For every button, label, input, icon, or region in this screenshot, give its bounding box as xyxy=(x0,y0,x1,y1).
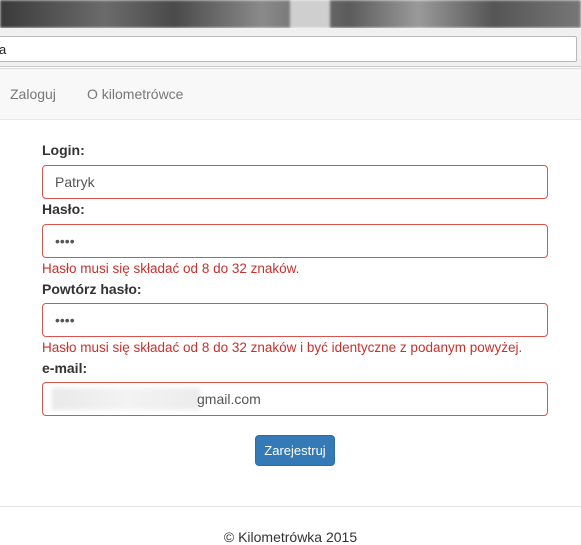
email-label: e-mail: xyxy=(42,360,88,376)
footer-divider xyxy=(0,506,581,507)
password-error-text: Hasło musi się składać od 8 do 32 znaków… xyxy=(42,261,300,276)
register-button[interactable]: Zarejestruj xyxy=(255,435,335,466)
footer-copyright: © Kilometrówka 2015 xyxy=(223,529,358,545)
login-input[interactable]: Patryk xyxy=(42,165,548,199)
address-bar[interactable]: a xyxy=(0,36,577,62)
nav-link-zaloguj[interactable]: Zaloguj xyxy=(10,86,56,102)
password-input[interactable]: •••• xyxy=(42,224,548,258)
password-label: Hasło: xyxy=(42,201,85,217)
nav-link-o-kilometrowce[interactable]: O kilometrówce xyxy=(87,86,183,102)
address-bar-text: a xyxy=(0,42,7,57)
password-repeat-error-text: Hasło musi się składać od 8 do 32 znaków… xyxy=(42,340,523,355)
password-repeat-label: Powtórz hasło: xyxy=(42,281,142,297)
email-redaction-blur xyxy=(52,388,200,410)
login-label: Login: xyxy=(42,142,85,158)
email-input-visible-text: gmail.com xyxy=(197,391,261,407)
password-repeat-input[interactable]: •••• xyxy=(42,303,548,337)
blurred-header-gap xyxy=(290,0,330,28)
navbar: Zaloguj O kilometrówce xyxy=(0,68,581,120)
blurred-browser-header xyxy=(0,0,581,28)
